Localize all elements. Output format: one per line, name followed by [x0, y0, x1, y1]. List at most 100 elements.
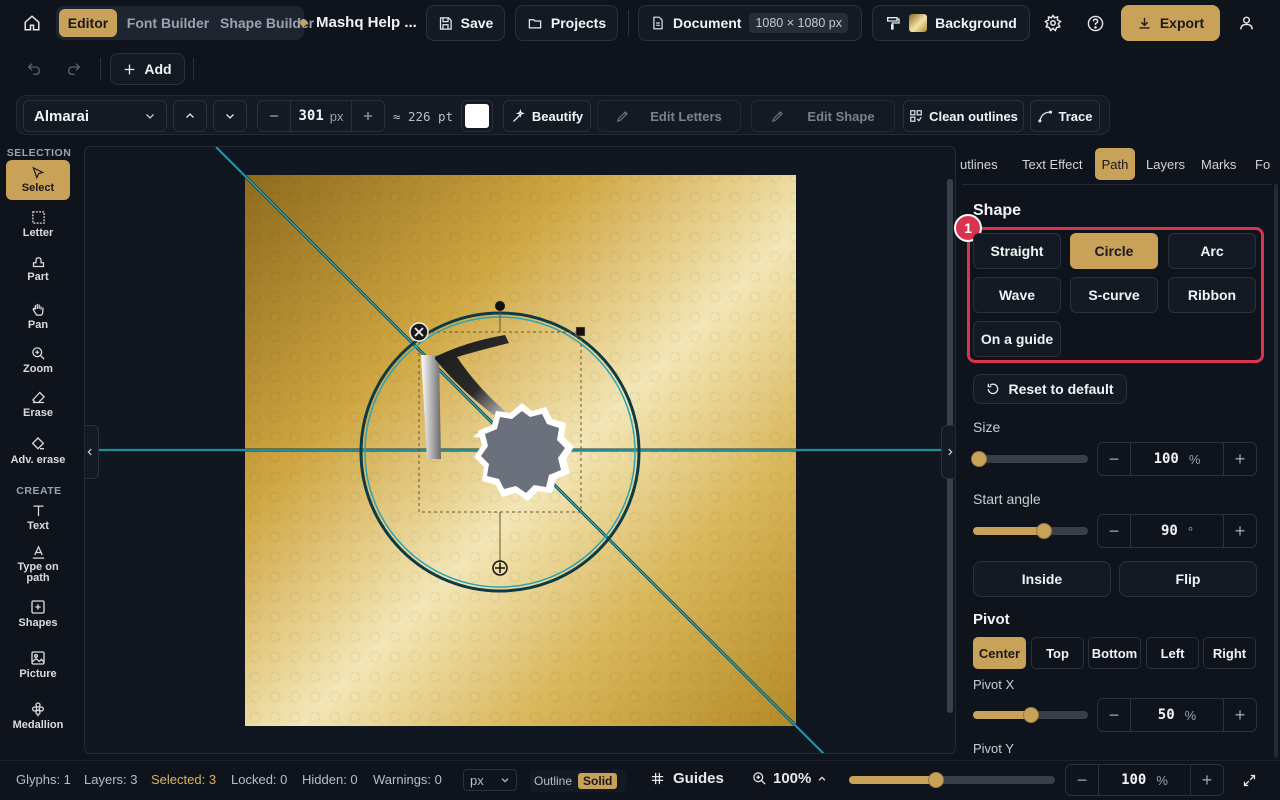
- pivot-x-field[interactable]: 50%: [1130, 699, 1224, 731]
- minus-icon[interactable]: −: [1066, 764, 1098, 796]
- start-angle-label: Start angle: [973, 491, 1041, 507]
- shape-s-curve-button[interactable]: S-curve: [1070, 277, 1158, 313]
- export-button[interactable]: Export: [1121, 5, 1220, 41]
- projects-button[interactable]: Projects: [515, 5, 618, 41]
- tab-marks[interactable]: Marks: [1201, 148, 1236, 180]
- edit-letters-button[interactable]: Edit Letters: [597, 100, 741, 132]
- font-prev-button[interactable]: [173, 100, 207, 132]
- reset-to-default-button[interactable]: Reset to default: [973, 374, 1127, 404]
- rotate-handle[interactable]: [495, 301, 505, 311]
- pivot-x-slider[interactable]: [973, 707, 1088, 723]
- pivot-center-button[interactable]: Center: [973, 637, 1026, 669]
- delete-handle[interactable]: [409, 322, 429, 342]
- shape-wave-button[interactable]: Wave: [973, 277, 1061, 313]
- move-handle[interactable]: [492, 560, 508, 576]
- zoom-slider[interactable]: [849, 772, 1055, 788]
- tool-erase[interactable]: Erase: [6, 390, 70, 419]
- tool-type-on-path[interactable]: Type on path: [6, 545, 70, 584]
- panel-scrollbar[interactable]: [1274, 184, 1278, 758]
- pivot-right-button[interactable]: Right: [1203, 637, 1256, 669]
- tab-outlines[interactable]: utlines: [960, 148, 1006, 180]
- settings-icon[interactable]: [1043, 13, 1063, 33]
- undo-icon[interactable]: [24, 59, 44, 79]
- size-slider[interactable]: [970, 451, 1088, 467]
- user-icon[interactable]: [1236, 13, 1256, 33]
- plus-icon[interactable]: +: [1224, 699, 1256, 731]
- tab-editor[interactable]: Editor: [59, 9, 117, 37]
- collapse-left-toggle[interactable]: [85, 425, 99, 479]
- slider-knob[interactable]: [927, 772, 944, 788]
- minus-icon[interactable]: [258, 101, 290, 131]
- trace-button[interactable]: Trace: [1030, 100, 1100, 132]
- text-color-swatch[interactable]: [461, 100, 493, 132]
- edit-shape-button[interactable]: Edit Shape: [751, 100, 895, 132]
- solid-option[interactable]: Solid: [578, 773, 618, 789]
- guides-toggle[interactable]: Guides: [650, 770, 724, 787]
- slider-knob[interactable]: [1022, 707, 1039, 723]
- font-next-button[interactable]: [213, 100, 247, 132]
- canvas-viewport[interactable]: [84, 146, 956, 754]
- pivot-top-button[interactable]: Top: [1031, 637, 1084, 669]
- redo-icon[interactable]: [64, 59, 84, 79]
- minus-icon[interactable]: −: [1098, 515, 1130, 547]
- tab-text-effect[interactable]: Text Effect: [1022, 148, 1082, 180]
- clean-outlines-button[interactable]: Clean outlines: [903, 100, 1024, 132]
- pivot-bottom-button[interactable]: Bottom: [1088, 637, 1141, 669]
- tool-pan[interactable]: Pan: [6, 302, 70, 331]
- tab-font[interactable]: Fo: [1255, 148, 1270, 180]
- font-size-field[interactable]: 301 px: [290, 101, 352, 131]
- inside-button[interactable]: Inside: [973, 561, 1111, 597]
- shape-ribbon-button[interactable]: Ribbon: [1168, 277, 1256, 313]
- plus-icon[interactable]: +: [1224, 515, 1256, 547]
- shape-arc-button[interactable]: Arc: [1168, 233, 1256, 269]
- tool-picture[interactable]: Picture: [6, 650, 70, 680]
- pivot-left-button[interactable]: Left: [1146, 637, 1199, 669]
- help-icon[interactable]: [1085, 13, 1105, 33]
- slider-knob[interactable]: [1036, 523, 1053, 539]
- zoom-menu[interactable]: 100%: [752, 770, 827, 787]
- resize-handle[interactable]: [575, 326, 586, 337]
- unit-select[interactable]: px: [463, 769, 517, 791]
- outline-option[interactable]: Outline: [534, 774, 572, 788]
- zoom-icon: [752, 771, 767, 786]
- tool-part[interactable]: Part: [6, 254, 70, 283]
- start-angle-field[interactable]: 90 °: [1130, 515, 1224, 547]
- beautify-button[interactable]: Beautify: [503, 100, 591, 132]
- font-select[interactable]: Almarai: [23, 100, 167, 132]
- start-angle-slider[interactable]: [973, 523, 1088, 539]
- save-button[interactable]: Save: [426, 5, 505, 41]
- tool-text[interactable]: Text: [6, 503, 70, 532]
- type-on-path-icon: [31, 545, 46, 560]
- zoom-field[interactable]: 100%: [1098, 765, 1191, 795]
- minus-icon[interactable]: −: [1098, 443, 1130, 475]
- plus-icon[interactable]: +: [1224, 443, 1256, 475]
- render-mode-toggle[interactable]: Outline Solid: [530, 770, 626, 792]
- shape-on-a-guide-button[interactable]: On a guide: [973, 321, 1061, 357]
- tab-path[interactable]: Path: [1095, 148, 1135, 180]
- tool-select[interactable]: Select: [6, 160, 70, 200]
- tool-type-on-path-label: Type on path: [17, 561, 59, 584]
- collapse-right-toggle[interactable]: [941, 425, 955, 479]
- tool-adv-erase[interactable]: Adv. erase: [6, 436, 70, 466]
- home-icon[interactable]: [20, 12, 44, 34]
- add-button[interactable]: Add: [110, 53, 185, 85]
- tool-shapes[interactable]: Shapes: [6, 599, 70, 629]
- shape-circle-button[interactable]: Circle: [1070, 233, 1158, 269]
- flip-button[interactable]: Flip: [1119, 561, 1257, 597]
- minus-icon[interactable]: −: [1098, 699, 1130, 731]
- document-button[interactable]: Document 1080 × 1080 px: [638, 5, 862, 41]
- start-angle-value: 90: [1160, 523, 1178, 539]
- tool-zoom[interactable]: Zoom: [6, 346, 70, 375]
- tool-medallion[interactable]: Medallion: [6, 701, 70, 731]
- tool-letter[interactable]: Letter: [6, 210, 70, 239]
- shape-straight-button[interactable]: Straight: [973, 233, 1061, 269]
- plus-icon[interactable]: [352, 101, 384, 131]
- project-name[interactable]: Mashq Help ...: [316, 14, 417, 31]
- slider-knob[interactable]: [970, 451, 987, 467]
- fullscreen-icon[interactable]: [1240, 771, 1258, 789]
- plus-icon[interactable]: +: [1191, 764, 1223, 796]
- tab-layers[interactable]: Layers: [1146, 148, 1185, 180]
- background-button[interactable]: Background: [872, 5, 1030, 41]
- tab-font-builder[interactable]: Font Builder: [120, 9, 216, 37]
- size-field[interactable]: 100%: [1130, 443, 1224, 475]
